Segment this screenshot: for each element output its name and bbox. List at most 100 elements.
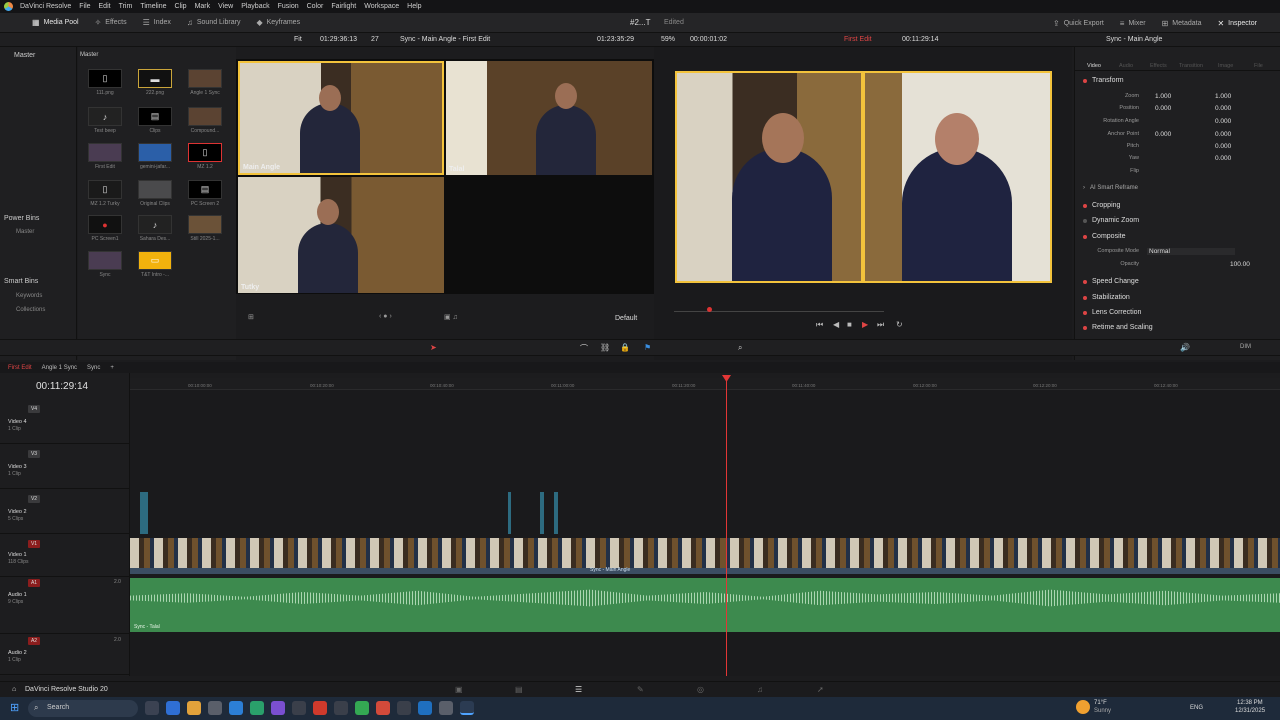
zoom-fit-select[interactable]: Fit xyxy=(294,36,302,43)
v1-clips[interactable]: Sync - Main Angle xyxy=(130,538,1280,574)
taskbar-app-icon[interactable] xyxy=(397,701,411,715)
section-retime[interactable]: Retime and Scaling xyxy=(1083,324,1153,331)
enable-dot-icon[interactable] xyxy=(1083,203,1087,208)
section-composite[interactable]: Composite xyxy=(1083,233,1125,240)
cut-page-icon[interactable]: ▤ xyxy=(515,685,523,694)
menu-edit[interactable]: Edit xyxy=(99,3,111,10)
clock-time[interactable]: 12:38 PM xyxy=(1237,700,1263,706)
media-clip[interactable]: First Edit xyxy=(87,143,123,170)
tab-sync[interactable]: Sync xyxy=(87,365,100,371)
angle-main[interactable]: Main Angle xyxy=(238,61,444,175)
tab-image[interactable]: Image xyxy=(1218,63,1233,69)
audio-video-switch-icon[interactable]: ▣ ♫ xyxy=(444,313,458,321)
play-reverse-icon[interactable]: ◀ xyxy=(833,320,839,329)
speaker-icon[interactable]: 🔊 xyxy=(1180,343,1190,352)
playhead[interactable] xyxy=(726,378,727,676)
timeline-track-area[interactable]: Sync - Main Angle Sync - Talal xyxy=(130,390,1280,676)
index-button[interactable]: ☰ Index xyxy=(135,13,179,33)
file-explorer-icon[interactable] xyxy=(187,701,201,715)
multicam-viewer[interactable]: Main Angle Talal Tutky xyxy=(236,59,654,294)
menu-workspace[interactable]: Workspace xyxy=(364,3,399,10)
enable-dot-icon[interactable] xyxy=(1083,279,1087,284)
pitch-value[interactable]: 0.000 xyxy=(1215,143,1231,150)
clock-date[interactable]: 12/31/2025 xyxy=(1235,708,1265,714)
menu-playback[interactable]: Playback xyxy=(241,3,269,10)
sound-library-button[interactable]: ♫ Sound Library xyxy=(179,13,249,33)
track-header-v3[interactable]: V3 Video 3 1 Clip xyxy=(0,445,130,489)
a1-audio-clip[interactable]: Sync - Talal xyxy=(130,578,1280,632)
v2-clip[interactable] xyxy=(508,492,511,534)
anchor-x-value[interactable]: 0.000 xyxy=(1155,131,1171,138)
composite-mode-select[interactable]: Normal xyxy=(1147,248,1235,255)
stop-icon[interactable]: ■ xyxy=(847,320,852,329)
edge-icon[interactable] xyxy=(166,701,180,715)
position-x-value[interactable]: 0.000 xyxy=(1155,105,1171,112)
taskbar-app-icon[interactable] xyxy=(418,701,432,715)
track-header-a1[interactable]: A1 2.0 Audio 1 9 Clips xyxy=(0,577,130,634)
brave-icon[interactable] xyxy=(313,701,327,715)
timeline-ruler[interactable]: 00:10:00:00 00:10:20:00 00:10:40:00 00:1… xyxy=(130,378,1280,390)
media-clip[interactable]: ▬ 222.png xyxy=(137,69,173,96)
tab-audio[interactable]: Audio xyxy=(1119,63,1133,69)
menu-fusion[interactable]: Fusion xyxy=(278,3,299,10)
position-y-value[interactable]: 0.000 xyxy=(1215,105,1231,112)
menu-color[interactable]: Color xyxy=(307,3,324,10)
media-clip[interactable]: ● PC Screen1 xyxy=(87,215,123,242)
media-clip[interactable]: Compound... xyxy=(187,107,223,134)
resolve-home-icon[interactable]: ⌂ xyxy=(12,686,16,693)
enable-dot-icon[interactable] xyxy=(1083,218,1087,223)
tab-angle-1-sync[interactable]: Angle 1 Sync xyxy=(42,365,77,371)
media-clip[interactable]: ♪ Sahara Des... xyxy=(137,215,173,242)
color-page-icon[interactable]: ◎ xyxy=(697,685,704,694)
track-header-a2[interactable]: A2 2.0 Audio 2 1 Clip xyxy=(0,635,130,675)
menu-mark[interactable]: Mark xyxy=(195,3,211,10)
program-zoom[interactable]: 59% xyxy=(661,36,675,43)
menu-clip[interactable]: Clip xyxy=(175,3,187,10)
selection-tool-icon[interactable]: ➤ xyxy=(430,343,437,352)
enable-dot-icon[interactable] xyxy=(1083,310,1087,315)
skip-end-icon[interactable]: ⏭ xyxy=(877,320,884,330)
media-clip[interactable]: Angle 1 Sync xyxy=(187,69,223,96)
smart-reframe-section[interactable]: › AI Smart Reframe xyxy=(1083,185,1138,191)
effects-button[interactable]: ✧ Effects xyxy=(87,13,135,33)
link-icon[interactable]: ⛓ xyxy=(600,343,610,352)
jog-bar[interactable] xyxy=(674,311,884,312)
media-page-icon[interactable]: ▣ xyxy=(455,685,463,694)
section-lens-correction[interactable]: Lens Correction xyxy=(1083,309,1141,316)
section-cropping[interactable]: Cropping xyxy=(1083,202,1120,209)
prev-angle-icon[interactable]: ‹ ● › xyxy=(379,313,392,320)
fairlight-page-icon[interactable]: ♫ xyxy=(757,685,763,694)
skip-start-icon[interactable]: ⏮ xyxy=(816,320,823,330)
smart-bins-keywords[interactable]: Keywords xyxy=(16,293,42,299)
taskbar-app-icon[interactable] xyxy=(292,701,306,715)
v2-clip[interactable] xyxy=(140,492,148,534)
menu-fairlight[interactable]: Fairlight xyxy=(331,3,356,10)
metadata-button[interactable]: ⊞ Metadata xyxy=(1154,13,1210,33)
flag-icon[interactable]: ⚑ xyxy=(644,343,651,352)
edit-page-icon[interactable]: ☰ xyxy=(575,685,582,694)
taskbar-app-icon[interactable] xyxy=(439,701,453,715)
tab-video[interactable]: Video xyxy=(1087,63,1101,69)
tab-file[interactable]: File xyxy=(1254,63,1263,69)
section-transform[interactable]: Transform xyxy=(1083,77,1124,84)
menu-help[interactable]: Help xyxy=(407,3,421,10)
deliver-page-icon[interactable]: ➚ xyxy=(817,685,824,694)
track-header-v1[interactable]: V1 Video 1 118 Clips xyxy=(0,535,130,577)
resolve-taskbar-icon[interactable] xyxy=(460,701,474,715)
angle-talal[interactable]: Talal xyxy=(446,61,652,175)
power-bins-master[interactable]: Master xyxy=(16,229,34,235)
track-header-v2[interactable]: V2 Video 2 5 Clips xyxy=(0,490,130,534)
enable-dot-icon[interactable] xyxy=(1083,295,1087,300)
windows-start-icon[interactable]: ⊞ xyxy=(10,701,19,714)
media-clip[interactable]: Still 2025-1... xyxy=(187,215,223,242)
tab-first-edit[interactable]: First Edit xyxy=(8,365,32,371)
enable-dot-icon[interactable] xyxy=(1083,234,1087,239)
zoom-y-value[interactable]: 1.000 xyxy=(1215,93,1231,100)
anchor-y-value[interactable]: 0.000 xyxy=(1215,131,1231,138)
media-clip[interactable]: ▯ MZ 1.2 xyxy=(187,143,223,170)
add-tab-icon[interactable]: + xyxy=(110,365,114,371)
yaw-value[interactable]: 0.000 xyxy=(1215,155,1231,162)
taskbar-app-icon[interactable] xyxy=(250,701,264,715)
chrome-icon[interactable] xyxy=(355,701,369,715)
taskbar-app-icon[interactable] xyxy=(334,701,348,715)
